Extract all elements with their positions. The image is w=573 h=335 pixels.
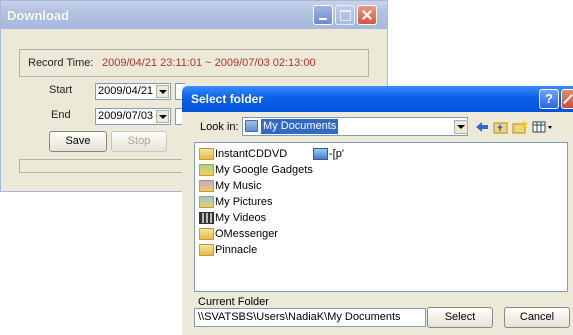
back-icon[interactable] [474, 119, 490, 135]
folder-list[interactable]: InstantCDDVD My Google Gadgets My Music … [194, 142, 568, 292]
save-button[interactable]: Save [49, 131, 107, 152]
chevron-down-icon[interactable] [156, 85, 169, 98]
video-folder-icon [199, 212, 214, 224]
list-item-label: My Music [215, 180, 262, 192]
list-item-label: Pinnacle [215, 244, 258, 256]
view-menu-icon[interactable] [532, 119, 554, 135]
folder-icon [199, 148, 214, 160]
start-date-combo[interactable]: 2009/04/21 [95, 83, 171, 100]
end-label: End [51, 109, 71, 121]
list-item-label: -[p' [329, 148, 344, 160]
record-time-group: Record Time: 2009/04/21 23:11:01 ~ 2009/… [19, 49, 369, 77]
shortcut-icon [313, 148, 328, 160]
folder-icon [199, 228, 214, 240]
my-documents-icon [245, 120, 258, 132]
select-folder-dialog: Select folder ? Look in: My Documents In… [182, 86, 573, 335]
download-title: Download [7, 8, 70, 23]
record-time-label: Record Time: [28, 57, 94, 69]
select-folder-title: Select folder [191, 92, 264, 106]
list-item-label: My Videos [215, 212, 267, 224]
close-icon[interactable] [561, 89, 573, 109]
list-item-label: My Pictures [215, 196, 273, 208]
stop-button[interactable]: Stop [111, 131, 167, 152]
list-item-label: My Google Gadgets [215, 164, 313, 176]
select-folder-titlebar[interactable]: Select folder ? [182, 86, 573, 112]
maximize-icon[interactable] [335, 5, 355, 25]
pictures-folder-icon [199, 196, 214, 208]
list-item-label: OMessenger [215, 228, 278, 240]
download-titlebar[interactable]: Download [1, 1, 387, 29]
new-folder-icon[interactable] [512, 119, 528, 135]
up-folder-icon[interactable] [493, 119, 509, 135]
help-icon[interactable]: ? [539, 89, 559, 109]
minimize-icon[interactable] [313, 5, 333, 25]
select-button[interactable]: Select [427, 307, 493, 328]
current-folder-label: Current Folder [198, 296, 269, 308]
chevron-down-icon[interactable] [156, 110, 169, 123]
close-icon[interactable] [357, 5, 377, 25]
cancel-button[interactable]: Cancel [504, 307, 570, 328]
start-date-value: 2009/04/21 [98, 85, 154, 97]
end-date-combo[interactable]: 2009/07/03 [95, 108, 171, 125]
look-in-value: My Documents [261, 119, 339, 134]
end-date-value: 2009/07/03 [98, 110, 154, 122]
folder-icon [199, 244, 214, 256]
special-folder-icon [199, 164, 214, 176]
list-item-label: InstantCDDVD [215, 148, 288, 160]
look-in-combo[interactable]: My Documents [242, 117, 468, 136]
music-folder-icon [199, 180, 214, 192]
chevron-down-icon[interactable] [454, 120, 468, 134]
look-in-label: Look in: [200, 121, 239, 133]
current-folder-field[interactable]: \\SVATSBS\Users\NadiaK\My Documents [194, 308, 426, 327]
start-label: Start [49, 84, 73, 96]
record-time-value: 2009/04/21 23:11:01 ~ 2009/07/03 02:13:0… [102, 57, 316, 69]
